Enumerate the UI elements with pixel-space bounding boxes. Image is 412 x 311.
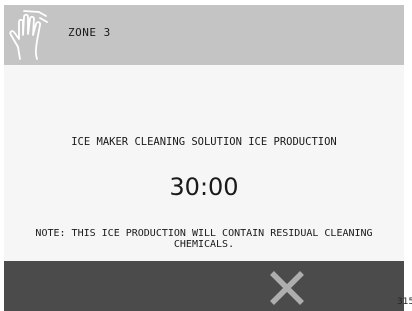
header-bar: ZONE 3 <box>4 5 404 65</box>
mode-title: ICE MAKER CLEANING SOLUTION ICE PRODUCTI… <box>71 136 337 148</box>
corner-code: 315 <box>397 297 412 307</box>
panel: ZONE 3 ICE MAKER CLEANING SOLUTION ICE P… <box>4 5 404 311</box>
close-icon <box>268 269 306 307</box>
footer-bar <box>4 261 404 311</box>
hand-icon <box>6 10 52 62</box>
warning-note: NOTE: THIS ICE PRODUCTION WILL CONTAIN R… <box>35 228 373 250</box>
display-screen: ZONE 3 ICE MAKER CLEANING SOLUTION ICE P… <box>0 0 412 311</box>
countdown-timer: 30:00 <box>169 173 239 201</box>
zone-title: ZONE 3 <box>68 26 111 39</box>
close-button[interactable] <box>268 269 306 307</box>
